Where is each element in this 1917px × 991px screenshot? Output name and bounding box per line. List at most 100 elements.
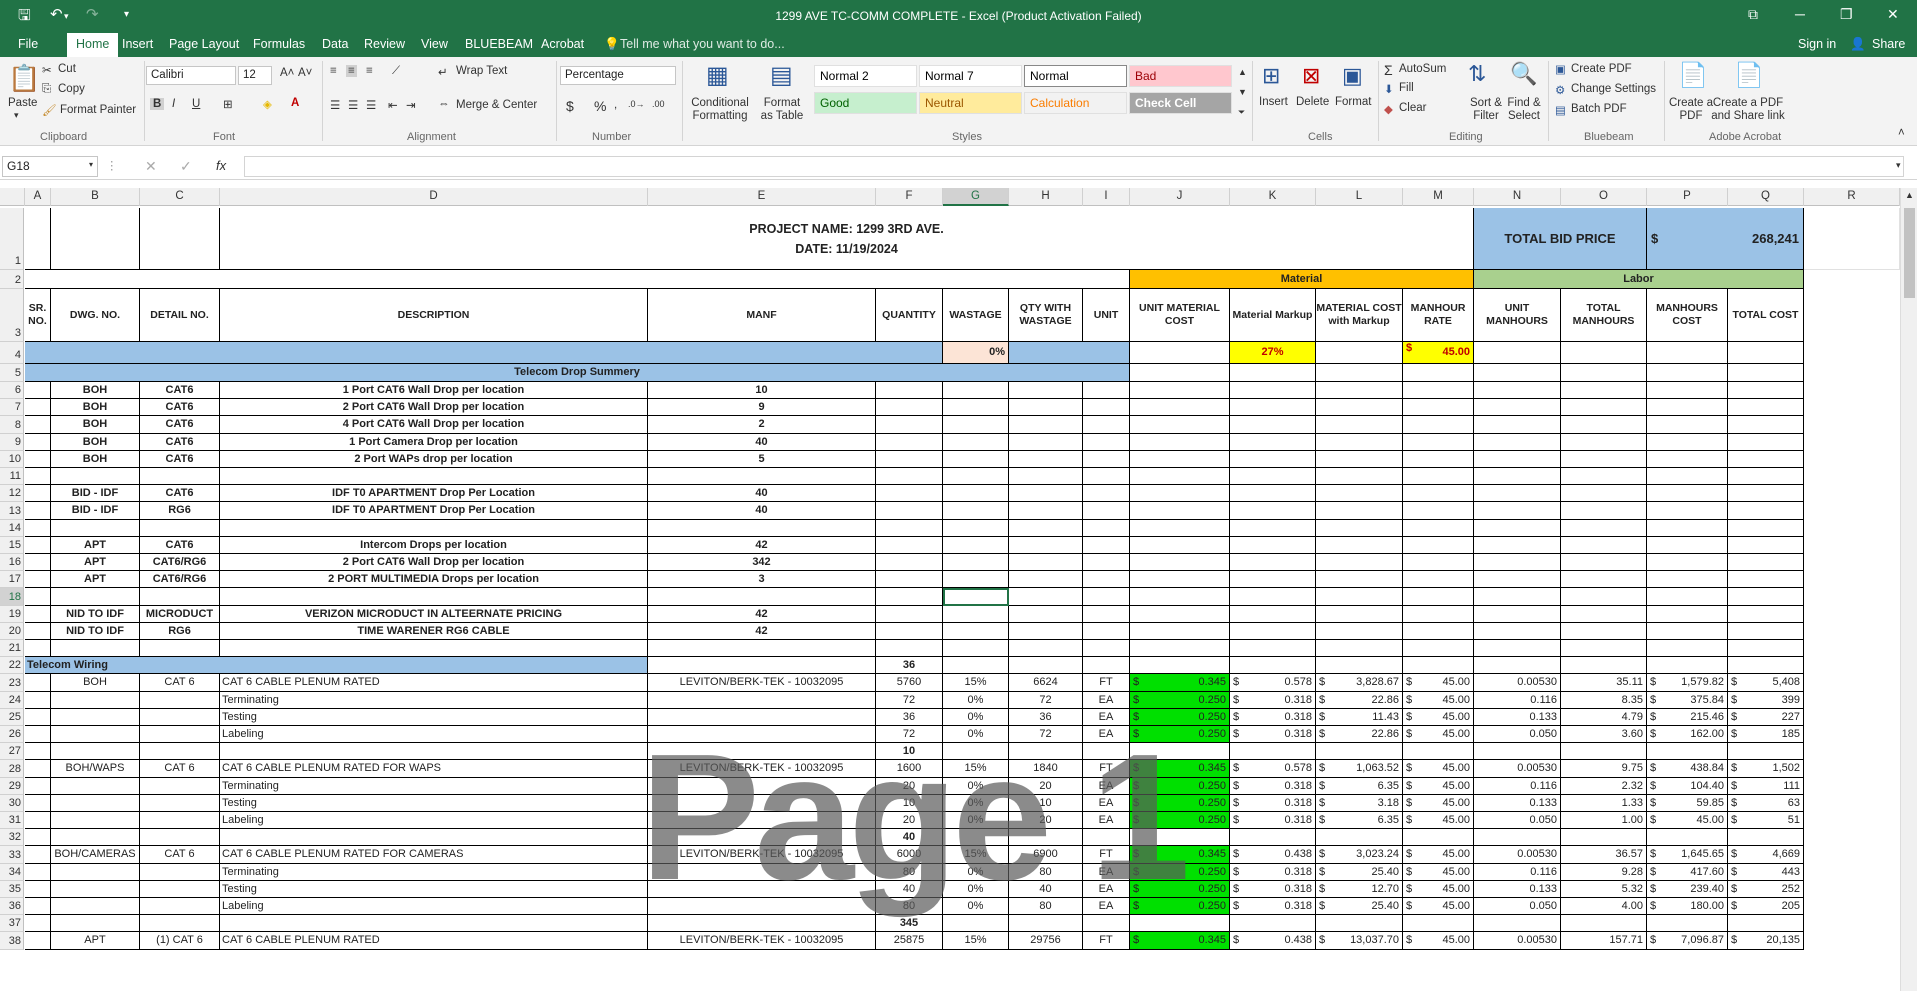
- wiring-dwg[interactable]: [51, 777, 140, 795]
- formula-input[interactable]: [244, 156, 1904, 177]
- cell[interactable]: [51, 208, 140, 270]
- cell[interactable]: [1130, 399, 1230, 417]
- wiring-detail[interactable]: [140, 812, 220, 830]
- cell[interactable]: [1130, 915, 1230, 933]
- tab-formulas[interactable]: Formulas: [253, 37, 305, 51]
- number-format-select[interactable]: Percentage: [560, 66, 676, 85]
- wiring-tc[interactable]: 443 $: [1728, 863, 1804, 881]
- column-title[interactable]: MANHOURS COST: [1647, 289, 1728, 342]
- wiring-rate[interactable]: 45.00 $: [1403, 932, 1474, 950]
- tab-file[interactable]: File: [18, 37, 38, 51]
- name-box-dropdown-icon[interactable]: ▾: [89, 160, 93, 169]
- cell[interactable]: [876, 382, 943, 400]
- cell[interactable]: [25, 640, 51, 658]
- row-header-11[interactable]: 11: [0, 468, 24, 486]
- wiring-qty[interactable]: 6000: [876, 846, 943, 864]
- wiring-desc[interactable]: Labeling: [220, 898, 648, 916]
- cell[interactable]: [140, 743, 220, 761]
- wiring-unit[interactable]: EA: [1083, 691, 1130, 709]
- column-title[interactable]: DWG. NO.: [51, 289, 140, 342]
- wiring-tm[interactable]: 9.28: [1561, 863, 1647, 881]
- row-header-7[interactable]: 7: [0, 399, 24, 417]
- wastage-percent[interactable]: 0%: [943, 342, 1009, 364]
- wiring-qtyw[interactable]: 72: [1009, 691, 1083, 709]
- wiring-um[interactable]: 0.050: [1474, 726, 1561, 744]
- wiring-waste[interactable]: 0%: [943, 812, 1009, 830]
- wiring-unit[interactable]: EA: [1083, 863, 1130, 881]
- cell[interactable]: [943, 640, 1009, 658]
- cell[interactable]: [1647, 657, 1728, 675]
- cell[interactable]: [943, 519, 1009, 537]
- cell[interactable]: [1647, 382, 1728, 400]
- restore-icon[interactable]: ❐: [1840, 6, 1853, 23]
- wiring-waste[interactable]: 0%: [943, 691, 1009, 709]
- cell[interactable]: [1474, 915, 1561, 933]
- create-share-pdf-button[interactable]: Create a PDF and Share link: [1708, 97, 1788, 123]
- wiring-rate[interactable]: 45.00 $: [1403, 760, 1474, 778]
- wiring-tc[interactable]: 205 $: [1728, 898, 1804, 916]
- wiring-desc[interactable]: Terminating: [220, 691, 648, 709]
- wiring-um[interactable]: 0.133: [1474, 708, 1561, 726]
- cell[interactable]: [1230, 382, 1316, 400]
- description[interactable]: 4 Port CAT6 Wall Drop per location: [220, 416, 648, 434]
- cell[interactable]: [1403, 605, 1474, 623]
- cell[interactable]: [1009, 743, 1083, 761]
- row-header-24[interactable]: 24: [0, 691, 24, 709]
- wiring-unit[interactable]: FT: [1083, 932, 1130, 950]
- row-header-21[interactable]: 21: [0, 640, 24, 658]
- wiring-dwg[interactable]: BOH/CAMERAS: [51, 846, 140, 864]
- cell[interactable]: [1130, 382, 1230, 400]
- cell[interactable]: [1474, 450, 1561, 468]
- cell[interactable]: [1316, 502, 1403, 520]
- cell[interactable]: [1728, 588, 1804, 606]
- detail-no[interactable]: CAT6: [140, 536, 220, 554]
- cell[interactable]: [1316, 536, 1403, 554]
- wiring-umc[interactable]: 0.250 $: [1130, 708, 1230, 726]
- cell[interactable]: [1083, 743, 1130, 761]
- subtotal-quantity[interactable]: 345: [876, 915, 943, 933]
- create-pdf-button[interactable]: Create PDF: [1571, 63, 1632, 75]
- wiring-waste[interactable]: 15%: [943, 674, 1009, 692]
- wiring-tc[interactable]: 111 $: [1728, 777, 1804, 795]
- cell[interactable]: [51, 743, 140, 761]
- column-title[interactable]: UNIT MANHOURS: [1474, 289, 1561, 342]
- wiring-tc[interactable]: 1,502 $: [1728, 760, 1804, 778]
- wiring-dwg[interactable]: APT: [51, 932, 140, 950]
- cell[interactable]: [1230, 450, 1316, 468]
- cell[interactable]: [1728, 416, 1804, 434]
- cell[interactable]: [1647, 502, 1728, 520]
- cell[interactable]: [1230, 502, 1316, 520]
- cell[interactable]: [25, 588, 51, 606]
- quantity[interactable]: 10: [648, 382, 876, 400]
- wiring-mm[interactable]: 0.318 $: [1230, 726, 1316, 744]
- insert-function-icon[interactable]: fx: [216, 158, 226, 173]
- cut-button[interactable]: Cut: [58, 63, 76, 75]
- cell[interactable]: [1474, 622, 1561, 640]
- column-title[interactable]: TOTAL MANHOURS: [1561, 289, 1647, 342]
- wiring-mc[interactable]: 162.00 $: [1647, 726, 1728, 744]
- wiring-manf[interactable]: [648, 726, 876, 744]
- cell[interactable]: [1647, 743, 1728, 761]
- cell[interactable]: [1561, 657, 1647, 675]
- cell[interactable]: [1474, 364, 1561, 382]
- wiring-desc[interactable]: Testing: [220, 794, 648, 812]
- tab-home[interactable]: Home: [67, 33, 119, 57]
- cell[interactable]: [1230, 571, 1316, 589]
- cell[interactable]: [25, 382, 51, 400]
- cell[interactable]: [1561, 588, 1647, 606]
- wiring-waste[interactable]: 0%: [943, 880, 1009, 898]
- cell[interactable]: [1316, 364, 1403, 382]
- row-header-27[interactable]: 27: [0, 743, 24, 761]
- row-header-30[interactable]: 30: [0, 794, 24, 812]
- detail-no[interactable]: CAT6: [140, 450, 220, 468]
- cell[interactable]: [1728, 364, 1804, 382]
- description[interactable]: [220, 519, 648, 537]
- cell[interactable]: [1403, 468, 1474, 486]
- wiring-umc[interactable]: 0.345 $: [1130, 760, 1230, 778]
- row-header-19[interactable]: 19: [0, 605, 24, 623]
- cell[interactable]: [25, 270, 1130, 289]
- wiring-mm[interactable]: 0.318 $: [1230, 812, 1316, 830]
- cell[interactable]: [25, 915, 51, 933]
- cell[interactable]: [220, 915, 648, 933]
- cell[interactable]: [1728, 743, 1804, 761]
